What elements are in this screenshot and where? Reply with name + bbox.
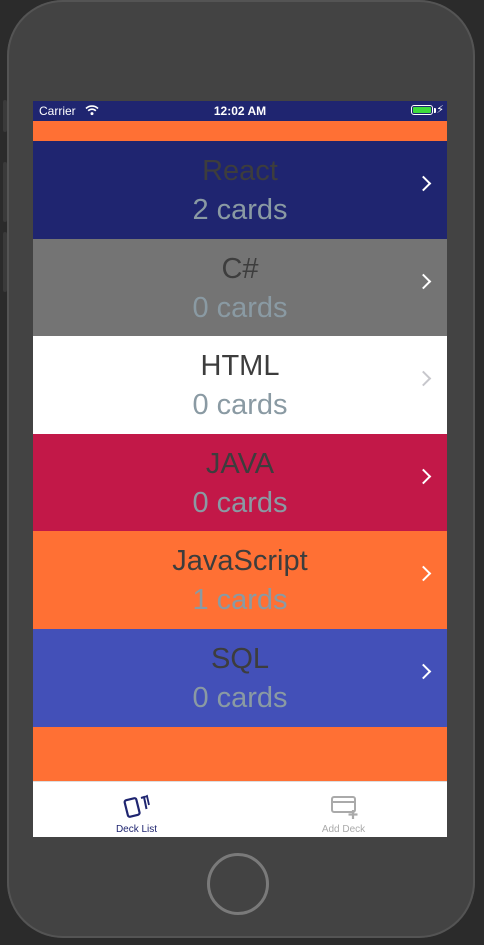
tab-add-deck[interactable]: Add Deck [240,782,447,837]
deck-title: JavaScript [172,545,308,578]
status-time: 12:02 AM [213,104,267,118]
home-button[interactable] [207,853,269,915]
deck-card-count: 0 cards [192,389,288,422]
app-screen: Carrier 12:02 AM ⚡ React 2 cards C# 0 ca… [33,101,447,837]
deck-list: React 2 cards C# 0 cards HTML 0 cards JA… [33,141,447,727]
deck-row[interactable]: C# 0 cards [33,238,447,337]
tab-label: Add Deck [321,824,366,835]
deck-card-count: 2 cards [192,194,288,226]
header-strip [33,121,447,141]
tab-bar: Deck List Add Deck [33,781,447,837]
cards-icon [123,794,150,818]
tab-deck-list[interactable]: Deck List [33,782,240,837]
status-bar: Carrier 12:02 AM ⚡ [33,101,447,121]
deck-row[interactable]: HTML 0 cards [33,336,447,434]
battery-icon [411,105,433,115]
deck-card-count: 1 cards [192,584,288,617]
deck-row[interactable]: SQL 0 cards [33,628,447,727]
deck-title: JAVA [205,447,275,480]
deck-card-count: 0 cards [192,291,288,324]
deck-row[interactable]: React 2 cards [33,141,447,239]
deck-title: HTML [200,350,280,383]
deck-row[interactable]: JAVA 0 cards [33,433,447,532]
deck-title: SQL [210,642,270,675]
deck-card-count: 0 cards [192,681,288,714]
deck-card-count: 0 cards [192,486,288,519]
add-card-icon [331,796,358,819]
tab-label: Deck List [115,824,158,835]
deck-title: React [202,155,278,187]
deck-title: C# [221,252,259,285]
deck-row[interactable]: JavaScript 1 cards [33,531,447,629]
list-footer-fill [33,727,447,781]
charging-bolt-icon: ⚡ [436,104,444,116]
